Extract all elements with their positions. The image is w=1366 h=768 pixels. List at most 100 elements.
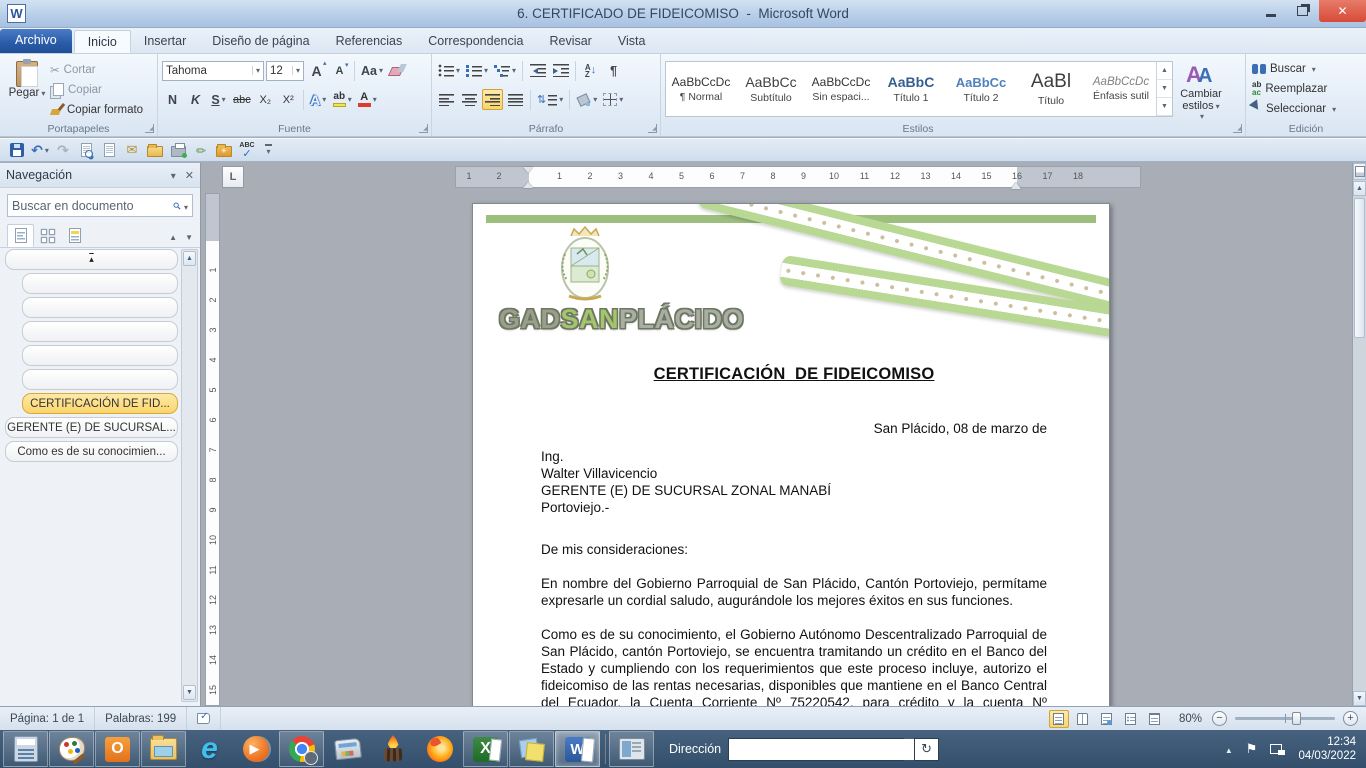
decrease-indent-button[interactable] xyxy=(527,60,548,81)
cut-button[interactable]: Cortar xyxy=(50,61,143,78)
show-paragraph-marks-button[interactable]: ¶ xyxy=(603,60,624,81)
taskbar-firefox[interactable] xyxy=(417,731,462,767)
multilevel-list-button[interactable] xyxy=(492,60,518,81)
taskbar-burn-tool[interactable] xyxy=(371,731,416,767)
undo-button[interactable] xyxy=(31,141,49,159)
change-case-button[interactable]: Aa xyxy=(359,60,385,81)
taskbar-excel[interactable]: X xyxy=(463,731,508,767)
minimize-button[interactable] xyxy=(1255,0,1287,22)
scroll-down-icon[interactable]: ▼ xyxy=(183,685,196,700)
justify-button[interactable] xyxy=(505,89,526,110)
bullets-button[interactable] xyxy=(436,60,462,81)
taskbar-clock[interactable]: 12:34 04/03/2022 xyxy=(1298,735,1356,763)
style-titulo[interactable]: AaBl Título xyxy=(1016,62,1086,116)
scroll-up-icon[interactable]: ▲ xyxy=(183,251,196,266)
grow-font-button[interactable]: A xyxy=(306,60,327,81)
increase-indent-button[interactable] xyxy=(550,60,571,81)
zoom-slider[interactable] xyxy=(1235,717,1335,720)
taskbar-word[interactable]: W xyxy=(555,731,600,767)
search-box[interactable] xyxy=(7,194,193,217)
previous-heading-icon[interactable] xyxy=(169,229,177,243)
highlight-color-button[interactable]: ab xyxy=(331,89,354,110)
sort-button[interactable]: AZ xyxy=(580,60,601,81)
text-effects-button[interactable]: A xyxy=(308,89,329,110)
tab-browse-results[interactable] xyxy=(61,224,88,247)
tab-referencias[interactable]: Referencias xyxy=(323,30,416,53)
search-icon[interactable] xyxy=(173,199,181,213)
vertical-ruler[interactable]: 12345678910111213141516 xyxy=(205,193,220,706)
edit-button[interactable] xyxy=(192,141,210,159)
tab-diseno-de-pagina[interactable]: Diseño de página xyxy=(199,30,322,53)
redo-button[interactable] xyxy=(54,141,72,159)
new-document-button[interactable] xyxy=(100,141,118,159)
heading-item-como-es[interactable]: Como es de su conocimien... xyxy=(5,441,178,462)
gallery-more-icon[interactable]: ▼ xyxy=(1157,98,1172,116)
align-center-button[interactable] xyxy=(459,89,480,110)
tab-insertar[interactable]: Insertar xyxy=(131,30,199,53)
draft-view-button[interactable] xyxy=(1145,710,1165,728)
taskbar-paint[interactable] xyxy=(49,731,94,767)
heading-item-empty[interactable] xyxy=(22,321,178,342)
taskbar-scanner[interactable] xyxy=(325,731,370,767)
zoom-out-button[interactable]: − xyxy=(1212,711,1227,726)
font-size-select[interactable]: 12 xyxy=(266,61,304,81)
search-input[interactable] xyxy=(12,199,173,213)
style-normal[interactable]: AaBbCcDc ¶ Normal xyxy=(666,62,736,116)
style-subtitulo[interactable]: AaBbCc Subtítulo xyxy=(736,62,806,116)
heading-item-gerente[interactable]: GERENTE (E) DE SUCURSAL... xyxy=(5,417,178,438)
address-input[interactable] xyxy=(729,739,914,760)
font-dialog-launcher-icon[interactable] xyxy=(419,124,428,133)
tab-browse-headings[interactable] xyxy=(7,224,34,247)
shrink-font-button[interactable]: A xyxy=(329,60,350,81)
favorites-folder-button[interactable] xyxy=(215,141,233,159)
close-button[interactable] xyxy=(1319,0,1366,22)
subscript-button[interactable]: X₂ xyxy=(255,89,276,110)
replace-button[interactable]: abac Reemplazar xyxy=(1252,80,1360,98)
next-heading-icon[interactable] xyxy=(185,229,193,243)
scroll-up-icon[interactable] xyxy=(1353,181,1366,196)
clipboard-dialog-launcher-icon[interactable] xyxy=(145,124,154,133)
save-button[interactable] xyxy=(8,141,26,159)
scrollbar-thumb[interactable] xyxy=(1354,198,1365,338)
print-preview-button[interactable] xyxy=(77,141,95,159)
spelling-button[interactable]: ABC xyxy=(238,141,256,159)
gallery-up-icon[interactable]: ▲ xyxy=(1157,62,1172,80)
align-right-button[interactable] xyxy=(482,89,503,110)
heading-item-empty[interactable] xyxy=(22,297,178,318)
heading-item-empty[interactable] xyxy=(22,273,178,294)
attach-button[interactable] xyxy=(123,141,141,159)
navigation-close-icon[interactable] xyxy=(185,168,194,182)
navigation-options-icon[interactable] xyxy=(171,168,176,182)
tab-browse-pages[interactable] xyxy=(34,224,61,247)
bold-button[interactable]: N xyxy=(162,89,183,110)
search-options-icon[interactable] xyxy=(181,199,188,213)
borders-button[interactable] xyxy=(601,89,625,110)
change-styles-button[interactable]: AA Cambiar estilos xyxy=(1173,58,1229,121)
taskbar-image-viewer[interactable] xyxy=(609,731,654,767)
heading-item-collapse[interactable]: ▴ xyxy=(5,249,178,270)
style-titulo-2[interactable]: AaBbCc Título 2 xyxy=(946,62,1016,116)
document-body[interactable]: CERTIFICACIÓN DE FIDEICOMISO San Plácido… xyxy=(541,366,1047,706)
tab-selector[interactable]: L xyxy=(222,166,244,188)
paragraph-dialog-launcher-icon[interactable] xyxy=(648,124,657,133)
horizontal-ruler[interactable]: 21123456789101112131415161718 xyxy=(455,166,1141,188)
clear-formatting-button[interactable] xyxy=(387,60,408,81)
document-scrollbar[interactable] xyxy=(1352,163,1366,706)
italic-button[interactable]: K xyxy=(185,89,206,110)
gallery-down-icon[interactable]: ▼ xyxy=(1157,80,1172,98)
page-count[interactable]: Página: 1 de 1 xyxy=(0,707,95,730)
heading-item-certificacion[interactable]: CERTIFICACIÓN DE FID... xyxy=(22,393,178,414)
document-page[interactable]: GADSANPLÁCIDO CERTIFICACIÓN DE FIDEICOMI… xyxy=(472,203,1110,706)
zoom-slider-thumb[interactable] xyxy=(1292,712,1301,725)
navigation-scrollbar[interactable]: ▲ ▼ xyxy=(181,249,198,702)
address-go-icon[interactable] xyxy=(914,738,939,761)
tab-correspondencia[interactable]: Correspondencia xyxy=(415,30,536,53)
open-button[interactable] xyxy=(146,141,164,159)
heading-item-empty[interactable] xyxy=(22,345,178,366)
restore-button[interactable] xyxy=(1287,0,1319,22)
print-layout-view-button[interactable] xyxy=(1049,710,1069,728)
toolbar-overflow-icon[interactable] xyxy=(265,144,272,156)
find-button[interactable]: Buscar xyxy=(1252,60,1360,78)
tab-revisar[interactable]: Revisar xyxy=(536,30,604,53)
print-button[interactable] xyxy=(169,141,187,159)
